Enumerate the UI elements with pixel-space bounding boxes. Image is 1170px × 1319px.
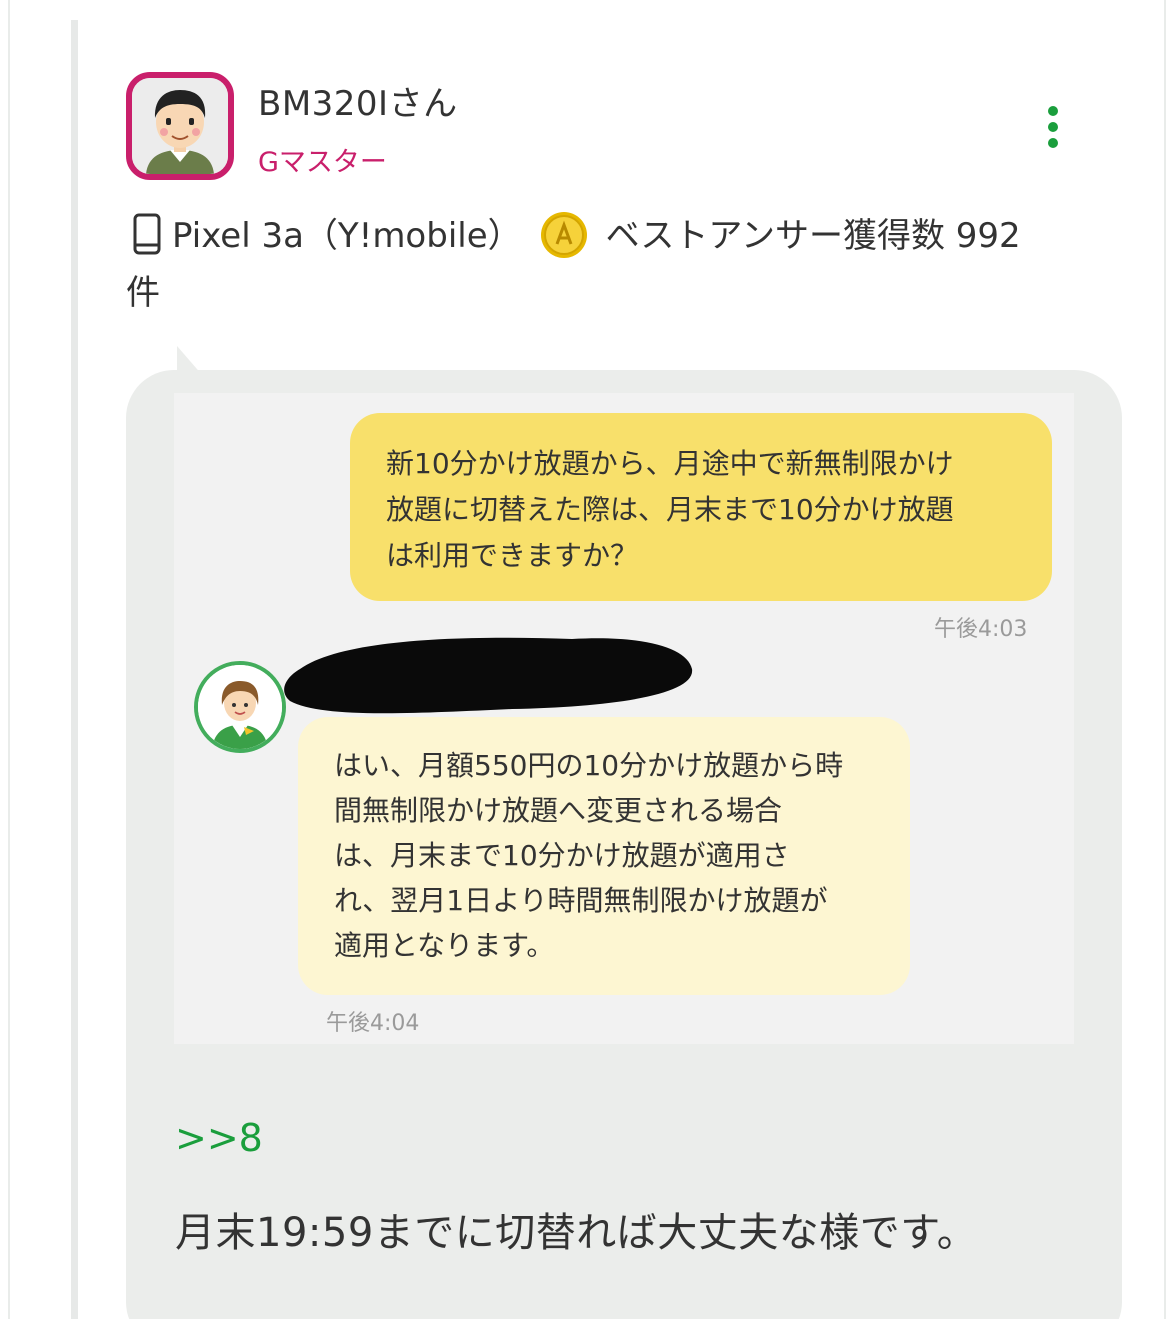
page: BM320Iさん Gマスター Pixel 3a（Y!mobile） ベストアンサ… bbox=[0, 0, 1170, 1319]
user-chat-message: 新10分かけ放題から、月途中で新無制限かけ 放題に切替えた際は、月末まで10分か… bbox=[350, 413, 1052, 601]
agent-message-line: は、月末まで10分かけ放題が適用さ bbox=[334, 839, 790, 872]
user-message-line: 新10分かけ放題から、月途中で新無制限かけ bbox=[386, 447, 954, 480]
thread-indent-rule bbox=[71, 20, 78, 1319]
redaction-scribble bbox=[284, 637, 693, 714]
reply-reference-link[interactable]: >>8 bbox=[175, 1116, 263, 1160]
author-meta: Pixel 3a（Y!mobile） ベストアンサー獲得数 992 件 bbox=[126, 208, 1096, 321]
device-name: Pixel 3a（Y!mobile） bbox=[172, 216, 522, 256]
agent-message-line: 適用となります。 bbox=[334, 929, 555, 962]
post-body-text: 月末19:59までに切替れば大丈夫な様です。 bbox=[175, 1210, 978, 1256]
gold-coin-icon bbox=[540, 211, 587, 258]
man-face-icon bbox=[132, 78, 228, 174]
agent-chat-message: はい、月額550円の10分かけ放題から時 間無制限かけ放題へ変更される場合 は、… bbox=[298, 717, 910, 995]
attached-chat-screenshot[interactable]: 新10分かけ放題から、月途中で新無制限かけ 放題に切替えた際は、月末まで10分か… bbox=[174, 393, 1074, 1044]
agent-message-line: はい、月額550円の10分かけ放題から時 bbox=[334, 749, 844, 782]
agent-message-line: 間無制限かけ放題へ変更される場合 bbox=[334, 794, 783, 827]
menu-dot bbox=[1048, 122, 1058, 132]
author-rank-badge: Gマスター bbox=[258, 147, 387, 178]
menu-dot bbox=[1048, 106, 1058, 116]
best-answer-unit: 件 bbox=[126, 272, 160, 313]
agent-message-line: れ、翌月1日より時間無制限かけ放題が bbox=[334, 884, 828, 917]
user-message-time: 午後4:03 bbox=[934, 617, 1028, 642]
smartphone-icon bbox=[133, 213, 161, 254]
menu-dot bbox=[1048, 138, 1058, 148]
agent-message-time: 午後4:04 bbox=[326, 1011, 420, 1036]
author-avatar[interactable] bbox=[126, 72, 234, 180]
support-agent-icon bbox=[198, 665, 282, 749]
user-message-line: 放題に切替えた際は、月末まで10分かけ放題 bbox=[386, 493, 954, 526]
author-name[interactable]: BM320Iさん bbox=[258, 76, 458, 125]
kebab-menu-icon[interactable] bbox=[1036, 102, 1070, 152]
best-answer-count: ベストアンサー獲得数 992 bbox=[605, 216, 1021, 256]
frame-border-left bbox=[8, 0, 10, 1319]
user-message-line: は利用できますか？ bbox=[386, 539, 639, 572]
frame-border-right bbox=[1164, 0, 1166, 1319]
support-agent-avatar bbox=[194, 661, 286, 753]
